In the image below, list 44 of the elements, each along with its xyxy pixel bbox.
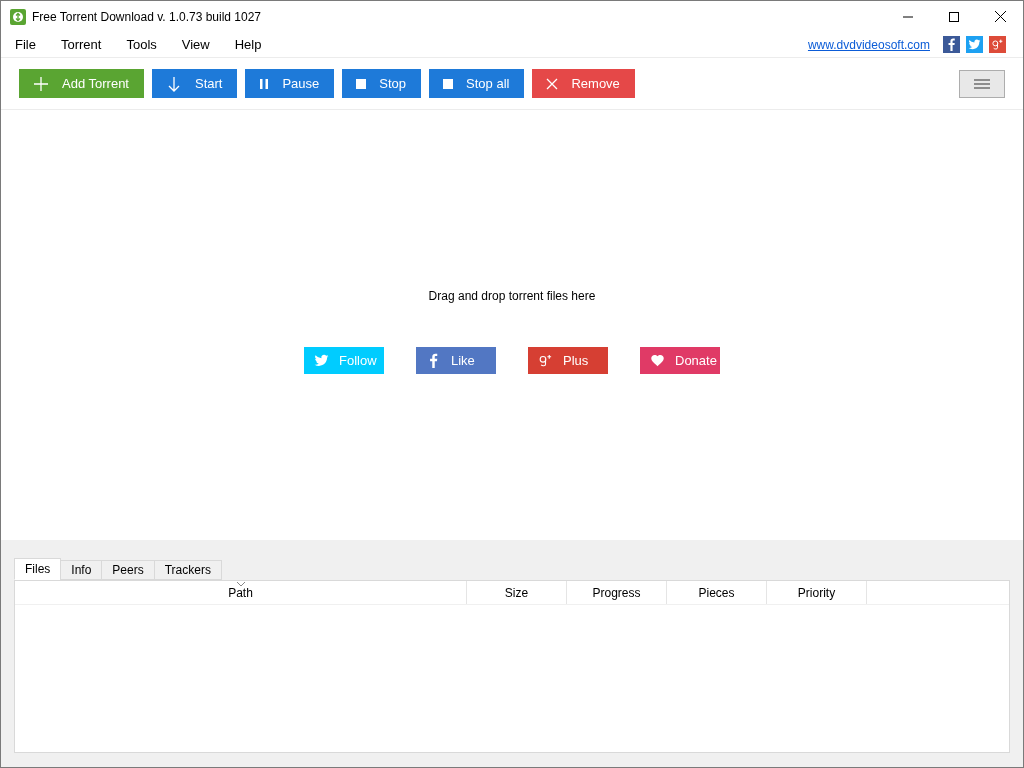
window-title: Free Torrent Download v. 1.0.73 build 1027 [32,8,262,26]
tab[interactable]: Trackers [153,560,222,580]
column-header[interactable]: Path [15,581,467,604]
g-plus-icon [538,353,553,368]
close-icon [546,77,559,90]
menu-item[interactable]: Tools [117,32,166,57]
toolbar-button[interactable]: Stop all [429,69,525,98]
website-link[interactable]: www.dvdvideosoft.com [807,35,930,54]
toolbar-button[interactable]: Pause [245,69,335,98]
toolbar-button[interactable]: Stop [342,69,422,98]
menu-item[interactable]: Torrent [51,32,111,57]
sort-caret-icon [236,582,245,586]
hamburger-icon [974,78,990,89]
social-button[interactable]: Plus [528,347,608,374]
close-icon [994,11,1006,22]
menu-item[interactable]: Help [225,32,271,57]
menu-button[interactable] [959,69,1005,98]
app-logo-icon [10,8,26,25]
drop-hint: Drag and drop torrent files here [428,288,596,305]
tab[interactable]: Info [60,560,103,580]
column-header[interactable]: Size [467,581,567,604]
toolbar-button[interactable]: Remove [532,69,635,98]
tab[interactable]: Peers [101,560,155,580]
column-header[interactable]: Priority [767,581,867,604]
stop-icon [356,78,367,89]
menu-item[interactable]: File [6,32,45,57]
stop-icon [443,78,454,89]
social-button[interactable]: Donate [640,347,720,374]
menu-item[interactable]: View [172,32,219,57]
column-header[interactable]: Pieces [667,581,767,604]
plus-icon [33,75,49,92]
column-header[interactable]: Progress [567,581,667,604]
bird-icon [968,38,981,51]
social-button[interactable]: Like [416,347,496,374]
social-icon-button[interactable] [989,36,1006,53]
social-icon-button[interactable] [943,36,960,53]
maximize-icon [949,11,959,22]
g-plus-icon [991,38,1004,51]
heart-icon [650,353,665,368]
social-icon-button[interactable] [966,36,983,53]
toolbar-button[interactable]: Start [151,69,238,98]
tab[interactable]: Files [14,558,62,580]
pause-icon [259,77,270,90]
bird-icon [314,353,329,368]
